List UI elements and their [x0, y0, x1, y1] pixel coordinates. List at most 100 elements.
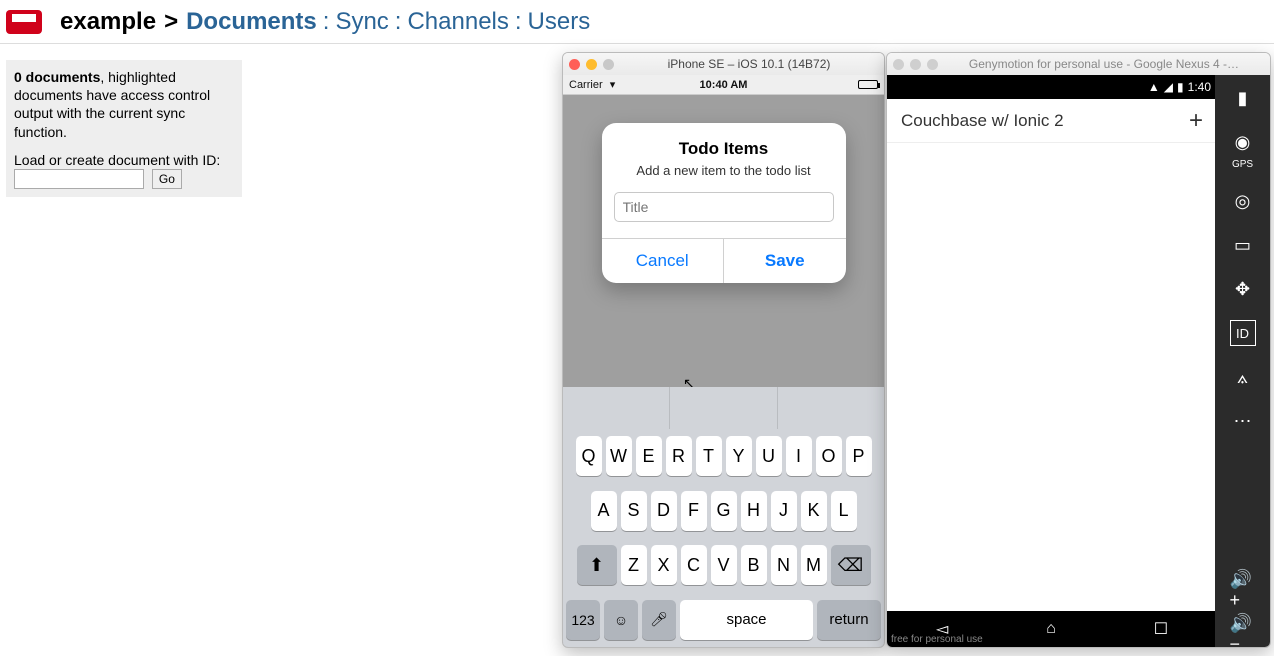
- dialog-title-input[interactable]: [614, 192, 834, 222]
- add-button[interactable]: +: [1189, 107, 1203, 135]
- ios-titlebar[interactable]: iPhone SE – iOS 10.1 (14B72): [563, 53, 884, 75]
- save-button[interactable]: Save: [724, 239, 846, 283]
- ios-window-title: iPhone SE – iOS 10.1 (14B72): [620, 57, 878, 71]
- documents-info-panel: 0 documents, highlighted documents have …: [6, 60, 242, 197]
- free-use-note: free for personal use: [891, 634, 983, 645]
- key-r[interactable]: R: [666, 436, 692, 476]
- zoom-dot-icon[interactable]: [927, 59, 938, 70]
- home-button[interactable]: ⌂: [1046, 620, 1056, 638]
- key-g[interactable]: G: [711, 491, 737, 531]
- doc-count-text: 0 documents, highlighted documents have …: [14, 68, 234, 141]
- signal-icon: ◢: [1164, 80, 1173, 94]
- android-app-header: Couchbase w/ Ionic 2 +: [887, 99, 1217, 143]
- doc-id-input[interactable]: [14, 169, 144, 189]
- key-b[interactable]: B: [741, 545, 767, 585]
- cancel-button[interactable]: Cancel: [602, 239, 725, 283]
- ios-statusbar: Carrier ▾ 10:40 AM: [563, 75, 884, 95]
- android-screen: ▲ ◢ ▮ 1:40 Couchbase w/ Ionic 2 + ◅ ⌂ ☐ …: [887, 75, 1217, 647]
- battery-icon: ▮: [1177, 80, 1184, 94]
- volume-up-button[interactable]: 🔊+: [1230, 577, 1256, 603]
- dialog-message: Add a new item to the todo list: [602, 163, 846, 192]
- key-f[interactable]: F: [681, 491, 707, 531]
- volume-down-button[interactable]: 🔊−: [1230, 621, 1256, 647]
- doc-count-bold: 0 documents: [14, 69, 100, 85]
- gps-label: GPS: [1232, 159, 1253, 170]
- android-titlebar[interactable]: Genymotion for personal use - Google Nex…: [887, 53, 1270, 75]
- camera-icon[interactable]: ◎: [1230, 188, 1256, 214]
- load-doc-label: Load or create document with ID:: [14, 151, 234, 169]
- wifi-icon: ▾: [610, 79, 614, 91]
- android-surface: ▲ ◢ ▮ 1:40 Couchbase w/ Ionic 2 + ◅ ⌂ ☐ …: [887, 75, 1270, 647]
- backspace-key[interactable]: ⌫: [831, 545, 871, 585]
- key-q[interactable]: Q: [576, 436, 602, 476]
- ios-time: 10:40 AM: [700, 79, 748, 91]
- db-name: example: [60, 8, 156, 36]
- key-e[interactable]: E: [636, 436, 662, 476]
- breadcrumb-sep: >: [164, 8, 178, 36]
- key-d[interactable]: D: [651, 491, 677, 531]
- recents-button[interactable]: ☐: [1154, 619, 1168, 639]
- zoom-dot-icon[interactable]: [603, 59, 614, 70]
- minimize-dot-icon[interactable]: [586, 59, 597, 70]
- traffic-lights[interactable]: [893, 59, 938, 70]
- go-button[interactable]: Go: [152, 169, 182, 189]
- android-window-title: Genymotion for personal use - Google Nex…: [944, 57, 1264, 71]
- key-c[interactable]: C: [681, 545, 707, 585]
- key-w[interactable]: W: [606, 436, 632, 476]
- key-j[interactable]: J: [771, 491, 797, 531]
- key-t[interactable]: T: [696, 436, 722, 476]
- key-k[interactable]: K: [801, 491, 827, 531]
- emoji-key[interactable]: ☺: [604, 600, 638, 640]
- space-key[interactable]: space: [680, 600, 813, 640]
- couchbase-logo-icon: [6, 10, 42, 34]
- key-v[interactable]: V: [711, 545, 737, 585]
- ios-alert-dialog: Todo Items Add a new item to the todo li…: [602, 123, 846, 283]
- key-p[interactable]: P: [846, 436, 872, 476]
- shift-key[interactable]: ⬆: [577, 545, 617, 585]
- battery-icon: [858, 80, 878, 89]
- nav-documents[interactable]: Documents: [186, 8, 317, 36]
- return-key[interactable]: return: [817, 600, 881, 640]
- dialog-title: Todo Items: [602, 123, 846, 163]
- breadcrumb-bar: example > Documents : Sync : Channels : …: [0, 0, 1274, 44]
- close-dot-icon[interactable]: [893, 59, 904, 70]
- mic-key[interactable]: 🎤︎: [642, 600, 676, 640]
- network-icon[interactable]: ⟑: [1230, 364, 1256, 390]
- minimize-dot-icon[interactable]: [910, 59, 921, 70]
- ios-simulator-window: iPhone SE – iOS 10.1 (14B72) Carrier ▾ 1…: [562, 52, 885, 648]
- key-z[interactable]: Z: [621, 545, 647, 585]
- android-time: 1:40: [1188, 80, 1211, 94]
- traffic-lights[interactable]: [569, 59, 614, 70]
- key-o[interactable]: O: [816, 436, 842, 476]
- ios-keyboard: QWERTYUIOP ASDFGHJKL ⬆ ZXCVBNM ⌫ 123 ☺ 🎤…: [563, 387, 884, 647]
- key-h[interactable]: H: [741, 491, 767, 531]
- numbers-key[interactable]: 123: [566, 600, 600, 640]
- key-a[interactable]: A: [591, 491, 617, 531]
- carrier-label: Carrier ▾: [569, 78, 613, 91]
- genymotion-sidebar: ▮ ◉ GPS ◎ ▭ ✥ ID ⟑ ⋯ 🔊+ 🔊−: [1215, 75, 1270, 647]
- gps-icon[interactable]: ◉: [1230, 129, 1256, 155]
- key-s[interactable]: S: [621, 491, 647, 531]
- keyboard-predictions[interactable]: [563, 387, 884, 429]
- key-y[interactable]: Y: [726, 436, 752, 476]
- key-i[interactable]: I: [786, 436, 812, 476]
- nav-users[interactable]: Users: [528, 8, 591, 36]
- nav-channels[interactable]: Channels: [407, 8, 508, 36]
- more-icon[interactable]: ⋯: [1230, 408, 1256, 434]
- key-l[interactable]: L: [831, 491, 857, 531]
- key-x[interactable]: X: [651, 545, 677, 585]
- key-n[interactable]: N: [771, 545, 797, 585]
- android-statusbar: ▲ ◢ ▮ 1:40: [887, 75, 1217, 99]
- app-title: Couchbase w/ Ionic 2: [901, 111, 1064, 131]
- wifi-icon: ▲: [1148, 80, 1160, 94]
- key-m[interactable]: M: [801, 545, 827, 585]
- android-emulator-window: Genymotion for personal use - Google Nex…: [886, 52, 1271, 648]
- nav-sync[interactable]: Sync: [335, 8, 388, 36]
- ios-screen: Carrier ▾ 10:40 AM Todo Items Add a new …: [563, 75, 884, 647]
- remote-icon[interactable]: ✥: [1230, 276, 1256, 302]
- capture-icon[interactable]: ▭: [1230, 232, 1256, 258]
- close-dot-icon[interactable]: [569, 59, 580, 70]
- identifier-icon[interactable]: ID: [1230, 320, 1256, 346]
- key-u[interactable]: U: [756, 436, 782, 476]
- battery-icon[interactable]: ▮: [1230, 85, 1256, 111]
